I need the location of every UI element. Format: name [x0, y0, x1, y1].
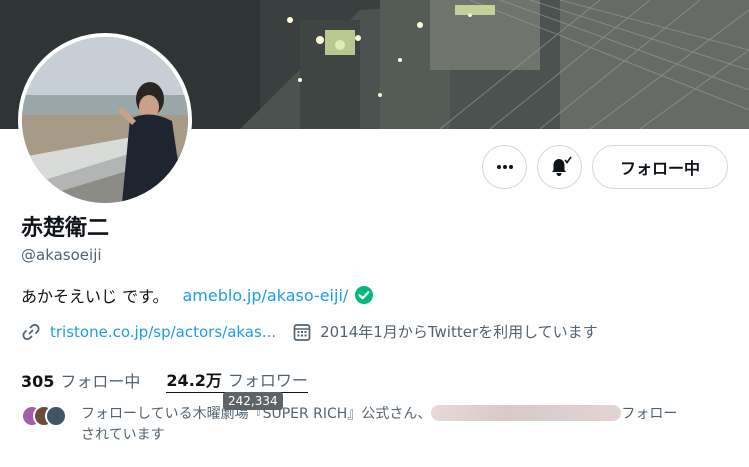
- following-button-label: フォロー中: [619, 159, 700, 178]
- following-label: フォロー中: [60, 372, 141, 391]
- mutual-text-before: フォローしている木曜劇場『SUPER RICH』公式さん、: [81, 406, 432, 422]
- profile-avatar[interactable]: [18, 33, 192, 207]
- following-button[interactable]: フォロー中: [592, 145, 728, 189]
- followers-label: フォロワー: [227, 371, 308, 390]
- notifications-button[interactable]: [537, 145, 582, 189]
- more-button[interactable]: [482, 145, 527, 189]
- bio-text: あかそえいじ です。: [21, 287, 169, 306]
- joined-date: 2014年1月からTwitterを利用しています: [320, 323, 598, 341]
- following-count: 305: [21, 372, 55, 391]
- follow-stats: 305 フォロー中 24.2万 フォロワー: [21, 367, 308, 393]
- mutual-text-line2: されています: [81, 427, 165, 443]
- joined-item: 2014年1月からTwitterを利用しています: [292, 321, 598, 342]
- profile-meta: tristone.co.jp/sp/actors/akas... 2014年1月…: [21, 321, 598, 342]
- followers-stat[interactable]: 24.2万 フォロワー: [166, 367, 308, 393]
- website-link[interactable]: tristone.co.jp/sp/actors/akas...: [50, 323, 276, 341]
- website-item: tristone.co.jp/sp/actors/akas...: [21, 322, 276, 342]
- user-handle: @akasoeiji: [21, 246, 102, 264]
- link-icon: [22, 323, 40, 340]
- bell-check-icon: [551, 156, 572, 176]
- mutual-followers-text: フォローしている木曜劇場『SUPER RICH』公式さん、 フォロー されています: [81, 404, 731, 446]
- mutual-avatars: [21, 405, 77, 427]
- profile-bio: あかそえいじ です。 ameblo.jp/akaso-eiji/: [21, 283, 374, 307]
- bio-link[interactable]: ameblo.jp/akaso-eiji/: [183, 286, 349, 305]
- mutual-text-after: フォロー: [621, 406, 678, 422]
- avatar-photo: [22, 37, 188, 203]
- verified-check-icon: [354, 285, 374, 305]
- display-name: 赤楚衛二: [21, 216, 110, 241]
- redacted-names: [431, 405, 622, 421]
- mutual-avatar: [45, 405, 67, 427]
- calendar-icon: [293, 323, 311, 341]
- followers-count: 24.2万: [166, 371, 222, 390]
- more-dots-icon: [496, 165, 513, 169]
- following-stat[interactable]: 305 フォロー中: [21, 368, 140, 392]
- mutual-followers[interactable]: フォローしている木曜劇場『SUPER RICH』公式さん、 フォロー されています: [21, 404, 731, 446]
